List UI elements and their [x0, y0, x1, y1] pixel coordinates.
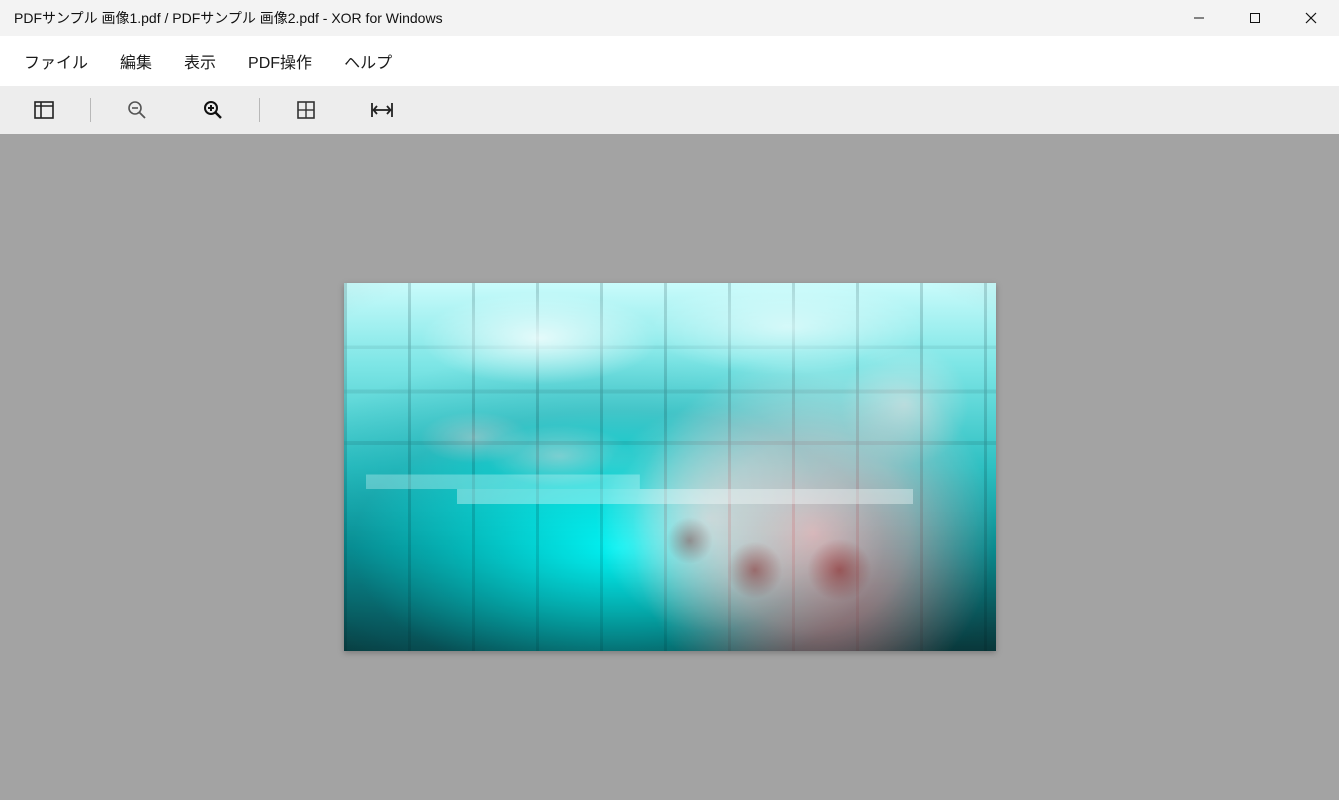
- titlebar: PDFサンプル 画像1.pdf / PDFサンプル 画像2.pdf - XOR …: [0, 0, 1339, 36]
- toolbar: [0, 86, 1339, 134]
- image-layer-vignette: [344, 283, 996, 651]
- close-icon: [1305, 12, 1317, 24]
- zoom-in-button[interactable]: [189, 86, 237, 134]
- zoom-in-icon: [202, 99, 224, 121]
- zoom-out-button[interactable]: [113, 86, 161, 134]
- menu-view[interactable]: 表示: [168, 43, 232, 79]
- fit-width-button[interactable]: [358, 86, 406, 134]
- toolbar-separator: [90, 98, 91, 122]
- fit-page-button[interactable]: [282, 86, 330, 134]
- minimize-icon: [1193, 12, 1205, 24]
- document-viewport[interactable]: [0, 134, 1339, 800]
- menu-file[interactable]: ファイル: [8, 43, 104, 79]
- toolbar-separator: [259, 98, 260, 122]
- side-panel-button[interactable]: [20, 86, 68, 134]
- menubar: ファイル 編集 表示 PDF操作 ヘルプ: [0, 36, 1339, 86]
- window-title: PDFサンプル 画像1.pdf / PDFサンプル 画像2.pdf - XOR …: [14, 8, 443, 28]
- menu-help[interactable]: ヘルプ: [328, 43, 408, 79]
- window-controls: [1171, 0, 1339, 36]
- menu-edit[interactable]: 編集: [104, 43, 168, 79]
- fit-page-icon: [295, 99, 317, 121]
- document-image: [344, 283, 996, 651]
- side-panel-icon: [33, 99, 55, 121]
- zoom-out-icon: [126, 99, 148, 121]
- close-button[interactable]: [1283, 0, 1339, 36]
- menu-pdf[interactable]: PDF操作: [232, 43, 328, 79]
- minimize-button[interactable]: [1171, 0, 1227, 36]
- maximize-button[interactable]: [1227, 0, 1283, 36]
- maximize-icon: [1249, 12, 1261, 24]
- fit-width-icon: [370, 99, 394, 121]
